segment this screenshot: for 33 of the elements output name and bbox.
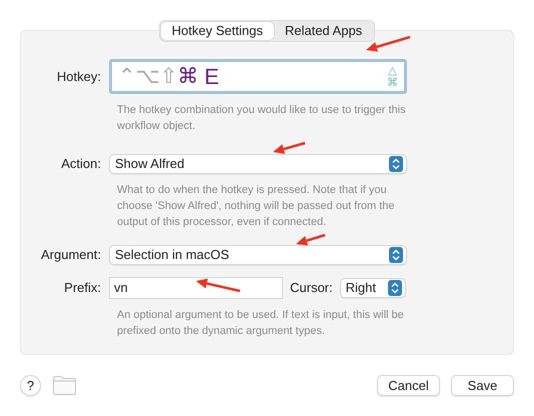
action-dropdown[interactable]: Show Alfred <box>109 154 407 174</box>
stepper-icon <box>389 247 403 263</box>
argument-dropdown[interactable]: Selection in macOS <box>109 245 407 265</box>
help-button[interactable]: ? <box>20 375 41 396</box>
tab[interactable]: Hotkey Settings <box>160 22 274 40</box>
field-label: Prefix: <box>63 279 102 298</box>
modifier-key: ⌃ <box>118 66 136 87</box>
folder-icon[interactable] <box>53 376 76 395</box>
stepper-icon <box>388 280 402 296</box>
field-label: Cursor: <box>290 279 333 298</box>
modifier-key: ⌘ <box>177 66 198 87</box>
annotation-arrow <box>296 234 326 246</box>
prefix-field[interactable]: vn <box>109 277 283 299</box>
dialog-button[interactable]: Save <box>451 375 514 396</box>
annotation-arrow <box>366 36 410 52</box>
help-text: The hotkey combination you would like to use to trigger this workflow object. <box>117 103 407 134</box>
help-text: What to do when the hotkey is pressed. Note that if you choose 'Show Alfred', nothing will be passed out from the output of this processor, even if connected. <box>117 183 396 230</box>
field-label: Argument: <box>40 246 102 264</box>
stepper-icon <box>389 156 403 172</box>
modifier-symbol: △ <box>388 64 397 76</box>
field-label: Action: <box>60 155 102 174</box>
dialog-button[interactable]: Cancel <box>377 375 440 396</box>
modifier-symbol: ⌘ <box>387 76 398 88</box>
annotation-arrow <box>273 142 306 154</box>
field-label: Hotkey: <box>56 68 102 86</box>
modifier-key: ⌥ <box>136 66 160 87</box>
help-text: An optional argument to be used. If text is input, this will be prefixed onto the dynamic argument types. <box>117 308 405 339</box>
modifier-key: ⇧ <box>160 66 178 87</box>
hotkey-key: E <box>204 60 220 93</box>
tab[interactable]: Related Apps <box>274 22 374 40</box>
hotkey-field[interactable]: ⌃⌥⇧⌘ E △ ⌘ <box>109 59 407 94</box>
annotation-arrow <box>196 278 240 292</box>
cursor-dropdown[interactable]: Right <box>340 278 406 298</box>
